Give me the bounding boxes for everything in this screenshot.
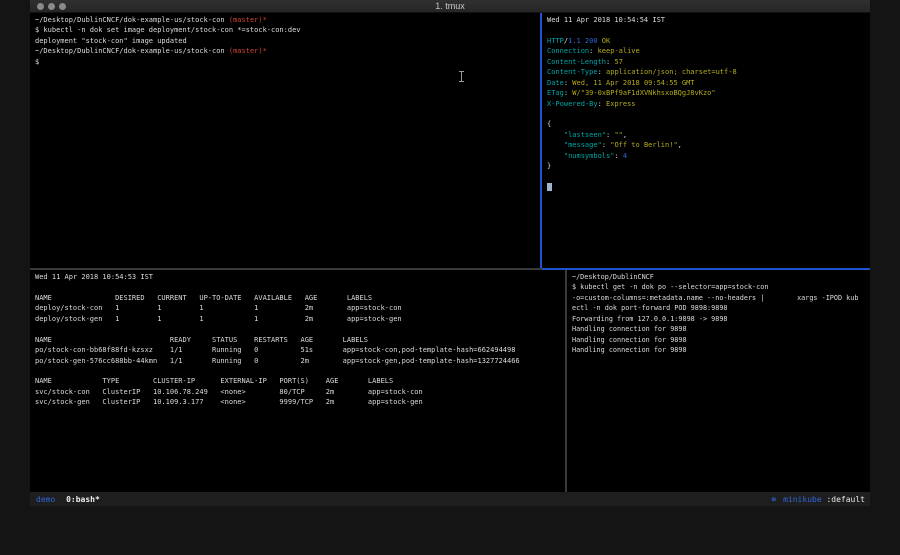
terminal-text-segment: "message" [547,141,602,149]
minimize-button[interactable] [48,3,55,10]
terminal-line: Connection: keep-alive [547,46,866,56]
terminal-line [547,182,866,192]
tmux-status-bar: demo 0:bash* ☸ minikube :default [30,492,870,506]
terminal-text-segment: (master)* [229,47,267,55]
terminal-line: $ [35,57,536,67]
terminal-line [547,172,866,182]
terminal-line: svc/stock-con ClusterIP 10.106.78.249 <n… [35,387,561,397]
pane-top-left-shell[interactable]: ~/Desktop/DublinCNCF/dok-example-us/stoc… [30,13,540,268]
terminal-line: po/stock-con-bb68f88fd-kzsxz 1/1 Running… [35,345,561,355]
terminal-text-segment: Express [606,100,636,108]
terminal-text-segment: (master)* [229,16,267,24]
ibeam-cap [459,81,464,82]
terminal-line: Handling connection for 9898 [572,345,866,355]
terminal-line: Wed 11 Apr 2018 10:54:53 IST [35,272,561,282]
terminal-line [35,366,561,376]
window-title: 1. tmux [435,0,465,12]
kube-namespace-label: :default [826,495,865,504]
terminal-text-segment: OK [598,37,611,45]
terminal-text-segment: : [598,68,606,76]
terminal-text-segment: : [598,100,606,108]
terminal-text-segment: HTTP [547,37,564,45]
status-bar-right: ☸ minikube :default [771,495,865,504]
terminal-line: "message": "Off to Berlin!", [547,140,866,150]
terminal-text-segment: , [678,141,682,149]
mouse-ibeam-cursor-icon [458,71,465,82]
tmux-session-name[interactable]: demo [36,495,55,504]
terminal-text-segment: Wed, 11 Apr 2018 09:54:55 GMT [572,79,694,87]
terminal-text-segment: ~/Desktop/DublinCNCF/dok-example-us/stoc… [35,16,229,24]
terminal-text-segment: 4 [623,152,627,160]
terminal-cursor [547,183,552,191]
close-button[interactable] [37,3,44,10]
zoom-button[interactable] [59,3,66,10]
terminal-line: ~/Desktop/DublinCNCF/dok-example-us/stoc… [35,15,536,25]
tmux-session-area: ~/Desktop/DublinCNCF/dok-example-us/stoc… [30,13,870,492]
terminal-line: { [547,119,866,129]
terminal-text-segment: : [614,152,622,160]
terminal-text-segment: "Off to Berlin!" [610,141,677,149]
terminal-line: Date: Wed, 11 Apr 2018 09:54:55 GMT [547,78,866,88]
terminal-line: Content-Length: 57 [547,57,866,67]
terminal-line: Handling connection for 9898 [572,324,866,334]
terminal-text-segment: ETag [547,89,564,97]
terminal-text-segment: Content-Length [547,58,606,66]
terminal-line: Wed 11 Apr 2018 10:54:54 IST [547,15,866,25]
terminal-line: NAME TYPE CLUSTER-IP EXTERNAL-IP PORT(S)… [35,376,561,386]
terminal-text-segment: "numsymbols" [547,152,614,160]
terminal-line: "lastseen": "", [547,130,866,140]
terminal-text-segment: : [602,141,610,149]
terminal-line: deploy/stock-gen 1 1 1 1 2m app=stock-ge… [35,314,561,324]
terminal-window: 1. tmux ~/Desktop/DublinCNCF/dok-example… [30,0,870,506]
terminal-line: Forwarding from 127.0.0.1:9898 -> 9898 [572,314,866,324]
pane-bottom-left-kubectl-get[interactable]: Wed 11 Apr 2018 10:54:53 IST NAME DESIRE… [30,270,565,492]
terminal-line: "numsymbols": 4 [547,151,866,161]
kubernetes-wheel-icon: ☸ [771,495,776,504]
traffic-lights [37,3,66,10]
terminal-line: deploy/stock-con 1 1 1 1 2m app=stock-co… [35,303,561,313]
terminal-line: Content-Type: application/json; charset=… [547,67,866,77]
terminal-line: po/stock-gen-576cc688bb-44kmn 1/1 Runnin… [35,356,561,366]
terminal-line: $ kubectl get -n dok po --selector=app=s… [572,282,866,292]
tmux-window-item[interactable]: 0:bash* [66,495,100,504]
kube-context-label: minikube [783,495,822,504]
pane-top-right-http-response[interactable]: Wed 11 Apr 2018 10:54:54 IST HTTP/1.1 20… [542,13,870,268]
terminal-line: ~/Desktop/DublinCNCF/dok-example-us/stoc… [35,46,536,56]
pane-bottom-right-port-forward[interactable]: ~/Desktop/DublinCNCF$ kubectl get -n dok… [567,270,870,492]
terminal-text-segment: : [589,47,597,55]
terminal-line [35,282,561,292]
terminal-text-segment: "lastseen" [547,131,606,139]
terminal-text-segment: Connection [547,47,589,55]
terminal-text-segment: keep-alive [598,47,640,55]
terminal-line: deployment "stock-con" image updated [35,36,536,46]
terminal-line: HTTP/1.1 200 OK [547,36,866,46]
terminal-text-segment: ~/Desktop/DublinCNCF/dok-example-us/stoc… [35,47,229,55]
terminal-line [547,109,866,119]
terminal-text-segment: application/json; charset=utf-8 [606,68,737,76]
terminal-line: Handling connection for 9898 [572,335,866,345]
terminal-line: ectl -n dok port-forward POD 9898:9898 [572,303,866,313]
status-bar-left: demo 0:bash* [36,495,100,504]
terminal-text-segment: Content-Type [547,68,598,76]
terminal-text-segment: X-Powered-By [547,100,598,108]
terminal-text-segment: Date [547,79,564,87]
terminal-line: NAME DESIRED CURRENT UP-TO-DATE AVAILABL… [35,293,561,303]
terminal-line [35,324,561,334]
terminal-line: svc/stock-gen ClusterIP 10.109.3.177 <no… [35,397,561,407]
terminal-text-segment: W/"39-0xBPf9aF1dXVNkhsxoBQgJ8vKzo" [572,89,715,97]
terminal-line: $ kubectl -n dok set image deployment/st… [35,25,536,35]
terminal-text-segment: "" [614,131,622,139]
terminal-line: X-Powered-By: Express [547,99,866,109]
terminal-line: ETag: W/"39-0xBPf9aF1dXVNkhsxoBQgJ8vKzo" [547,88,866,98]
terminal-line [547,25,866,35]
terminal-line: ~/Desktop/DublinCNCF [572,272,866,282]
terminal-text-segment: , [623,131,627,139]
terminal-text-segment: 57 [614,58,622,66]
terminal-line: -o=custom-columns=:metadata.name --no-he… [572,293,866,303]
terminal-text-segment: 1.1 200 [568,37,598,45]
terminal-line: } [547,161,866,171]
window-titlebar[interactable]: 1. tmux [30,0,870,13]
terminal-line: NAME READY STATUS RESTARTS AGE LABELS [35,335,561,345]
